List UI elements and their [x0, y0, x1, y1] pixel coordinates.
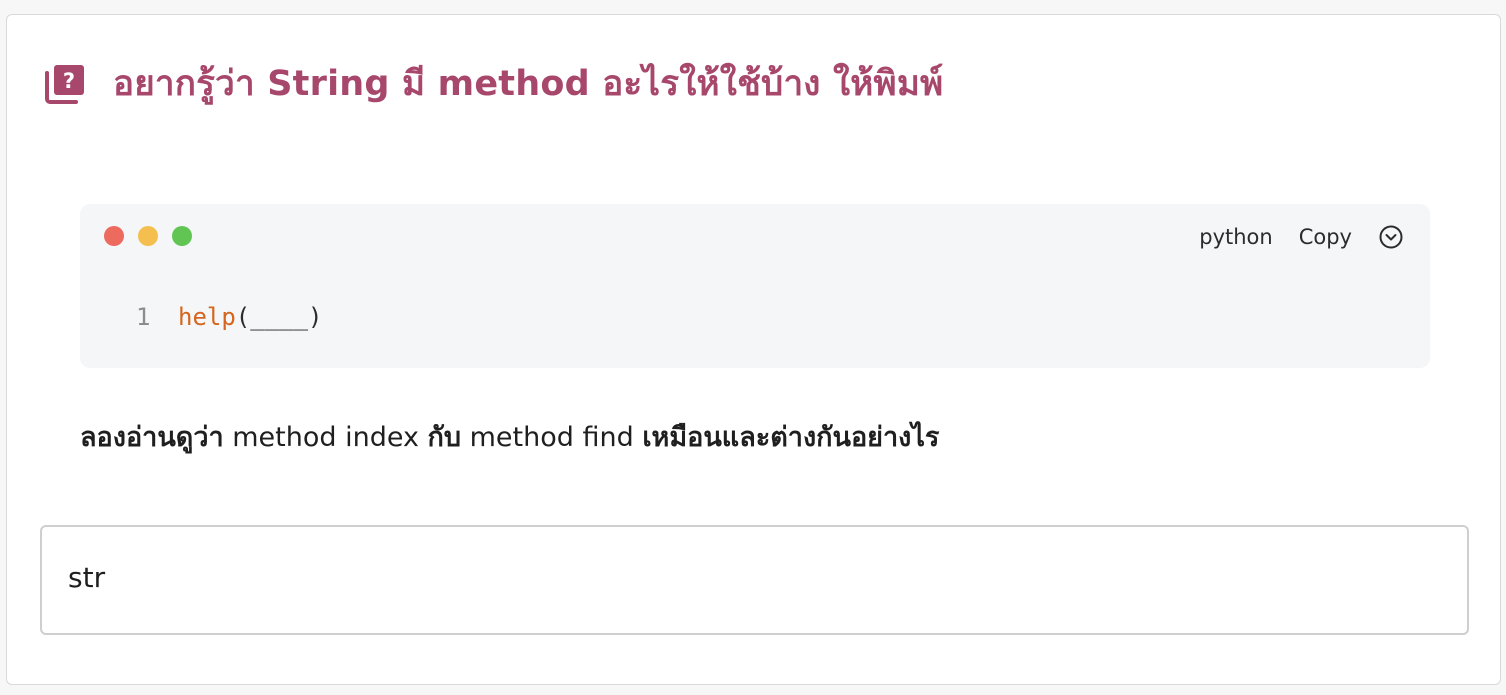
question-part-1: ลองอ่านดูว่า [80, 422, 224, 453]
green-dot-icon [172, 226, 192, 246]
book-question-icon: ? [45, 65, 84, 104]
answer-input[interactable]: str [40, 525, 1469, 635]
question-part-2: method index [223, 422, 428, 453]
question-part-5: เหมือนและต่างกันอย่างไร [642, 422, 940, 453]
chevron-down-circle-icon[interactable] [1378, 224, 1404, 250]
question-part-4: method find [461, 422, 643, 453]
answer-value: str [68, 561, 106, 594]
red-dot-icon [104, 226, 124, 246]
yellow-dot-icon [138, 226, 158, 246]
line-number: 1 [136, 303, 151, 331]
exercise-card: ? อยากรู้ว่า String มี method อะไรให้ใช้… [6, 14, 1501, 685]
page-title: อยากรู้ว่า String มี method อะไรให้ใช้บ้… [113, 63, 944, 104]
code-function: help [178, 303, 236, 331]
code-line: 1 help(____) [136, 302, 323, 332]
copy-button[interactable]: Copy [1299, 225, 1352, 249]
question-text: ลองอ่านดูว่า method index กับ method fin… [80, 415, 939, 458]
window-dots [104, 226, 192, 246]
language-label: python [1199, 225, 1273, 249]
question-part-3: กับ [427, 422, 462, 453]
exercise-header: ? อยากรู้ว่า String มี method อะไรให้ใช้… [43, 55, 943, 111]
code-block: python Copy 1 help(____) [80, 204, 1430, 368]
code-toolbar: python Copy [1199, 220, 1404, 254]
svg-text:?: ? [63, 69, 75, 93]
code-arguments: (____) [235, 303, 323, 331]
